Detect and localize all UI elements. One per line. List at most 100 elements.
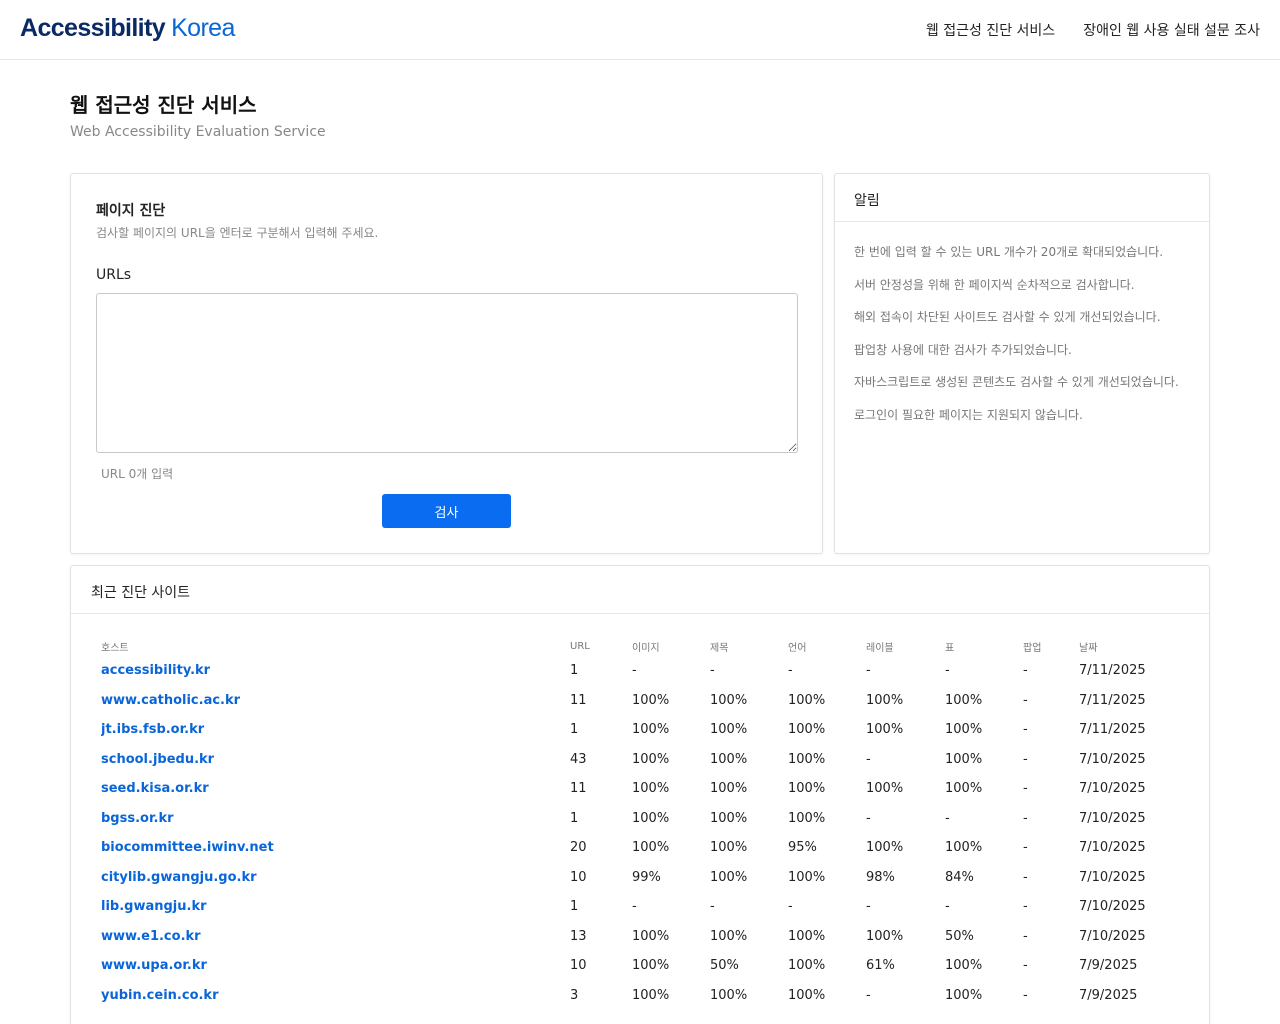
cell-image: 100%: [632, 751, 670, 767]
cell-host[interactable]: yubin.cein.co.kr: [101, 981, 570, 1011]
cell-table: 84%: [945, 869, 974, 885]
table-row: accessibility.kr 1 - - - - - - 7/11/2025: [101, 656, 1181, 686]
cell-title: 100%: [710, 781, 748, 797]
diagnosis-title: 페이지 진단: [96, 203, 166, 219]
cell-host[interactable]: lib.gwangju.kr: [101, 892, 570, 922]
cell-language: 100%: [788, 810, 826, 826]
cell-label: 100%: [866, 781, 904, 797]
nav-link-evaluation-service[interactable]: 웹 접근성 진단 서비스: [926, 20, 1055, 40]
cell-table: 100%: [945, 987, 983, 1003]
cell-url-count: 3: [570, 987, 579, 1003]
col-header-image[interactable]: 이미지: [632, 636, 710, 656]
cell-popup: -: [1023, 751, 1028, 767]
cell-table: 50%: [945, 928, 974, 944]
recent-header: 최근 진단 사이트: [71, 566, 1209, 614]
table-header-row: 호스트 URL 이미지 제목 언어 레이블 표 팝업 날짜: [101, 636, 1181, 656]
cell-host[interactable]: accessibility.kr: [101, 656, 570, 686]
table-row: www.e1.co.kr 13 100% 100% 100% 100% 50% - 7/10/2…: [101, 922, 1181, 952]
col-header-url[interactable]: URL: [570, 636, 632, 656]
cell-url-count: 10: [570, 869, 587, 885]
notice-item: 로그인이 필요한 페이지는 지원되지 않습니다.: [854, 407, 1083, 422]
cell-popup: -: [1023, 840, 1028, 856]
cell-language: 100%: [788, 958, 826, 974]
recent-title: 최근 진단 사이트: [91, 585, 191, 601]
cell-table: -: [945, 663, 950, 679]
cell-title: 100%: [710, 840, 748, 856]
cell-date: 7/11/2025: [1079, 692, 1146, 708]
cell-host[interactable]: biocommittee.iwinv.net: [101, 833, 570, 863]
cell-date: 7/10/2025: [1079, 869, 1146, 885]
cell-title: 50%: [710, 958, 739, 974]
page-title: 웹 접근성 진단 서비스: [70, 93, 257, 117]
table-row: lib.gwangju.kr 1 - - - - - - 7/10/2025: [101, 892, 1181, 922]
cell-host[interactable]: jt.ibs.fsb.or.kr: [101, 715, 570, 745]
table-row: citylib.gwangju.go.kr 10 99% 100% 100% 98% 84%…: [101, 863, 1181, 893]
notice-item: 자바스크립트로 생성된 콘텐츠도 검사할 수 있게 개선되었습니다.: [854, 375, 1179, 389]
cell-image: 100%: [632, 722, 670, 738]
table-row: www.catholic.ac.kr 11 100% 100% 100% 100% 100%…: [101, 686, 1181, 716]
url-count-text: URL 0개 입력: [101, 467, 174, 481]
logo-text-light: Korea: [171, 14, 235, 42]
page-subtitle: Web Accessibility Evaluation Service: [70, 124, 326, 140]
cell-title: 100%: [710, 987, 748, 1003]
cell-url-count: 1: [570, 810, 579, 826]
cell-title: 100%: [710, 692, 748, 708]
cell-table: -: [945, 899, 950, 915]
check-button[interactable]: 검사: [382, 494, 511, 528]
page-diagnosis-card: 페이지 진단 검사할 페이지의 URL을 엔터로 구분해서 입력해 주세요. U…: [70, 173, 823, 554]
notice-item: 팝업창 사용에 대한 검사가 추가되었습니다.: [854, 342, 1072, 357]
col-header-label[interactable]: 레이블: [866, 636, 945, 656]
cell-table: -: [945, 810, 950, 826]
table-row: bgss.or.kr 1 100% 100% 100% - - - 7/10/2025: [101, 804, 1181, 834]
table-row: yubin.cein.co.kr 3 100% 100% 100% - 100% - 7/9/2…: [101, 981, 1181, 1011]
cell-label: -: [866, 663, 871, 679]
recent-sites-table: 호스트 URL 이미지 제목 언어 레이블 표 팝업 날짜 accessibil…: [101, 636, 1181, 1010]
cell-popup: -: [1023, 869, 1028, 885]
cell-label: -: [866, 987, 871, 1003]
cell-host[interactable]: www.e1.co.kr: [101, 922, 570, 952]
cell-date: 7/11/2025: [1079, 663, 1146, 679]
cell-image: -: [632, 899, 637, 915]
col-header-popup[interactable]: 팝업: [1023, 636, 1079, 656]
cell-label: -: [866, 899, 871, 915]
col-header-date[interactable]: 날짜: [1079, 636, 1181, 656]
cell-host[interactable]: seed.kisa.or.kr: [101, 774, 570, 804]
table-row: biocommittee.iwinv.net 20 100% 100% 95% 100% 1…: [101, 833, 1181, 863]
cell-popup: -: [1023, 663, 1028, 679]
cell-host[interactable]: bgss.or.kr: [101, 804, 570, 834]
cell-language: 95%: [788, 840, 817, 856]
cell-host[interactable]: citylib.gwangju.go.kr: [101, 863, 570, 893]
cell-popup: -: [1023, 987, 1028, 1003]
table-body: accessibility.kr 1 - - - - - - 7/11/2025 www.cath…: [101, 656, 1181, 1010]
cell-image: 100%: [632, 928, 670, 944]
cell-label: -: [866, 810, 871, 826]
table-row: school.jbedu.kr 43 100% 100% 100% - 100% - 7/10/…: [101, 745, 1181, 775]
cell-url-count: 1: [570, 899, 579, 915]
cell-date: 7/9/2025: [1079, 958, 1138, 974]
table-row: seed.kisa.or.kr 11 100% 100% 100% 100% 100% - 7/…: [101, 774, 1181, 804]
cell-image: 100%: [632, 781, 670, 797]
notice-list: 한 번에 입력 할 수 있는 URL 개수가 20개로 확대되었습니다. 서버 …: [854, 243, 1179, 438]
cell-label: -: [866, 751, 871, 767]
cell-table: 100%: [945, 722, 983, 738]
cell-host[interactable]: school.jbedu.kr: [101, 745, 570, 775]
cell-table: 100%: [945, 692, 983, 708]
col-header-host[interactable]: 호스트: [101, 636, 570, 656]
col-header-table[interactable]: 표: [945, 636, 1023, 656]
notice-item: 해외 접속이 차단된 사이트도 검사할 수 있게 개선되었습니다.: [854, 310, 1161, 324]
site-logo[interactable]: Accessibility Korea: [20, 14, 235, 43]
cell-language: 100%: [788, 722, 826, 738]
cell-language: 100%: [788, 869, 826, 885]
cell-url-count: 13: [570, 928, 587, 944]
cell-host[interactable]: www.upa.or.kr: [101, 951, 570, 981]
table-head: 호스트 URL 이미지 제목 언어 레이블 표 팝업 날짜: [101, 636, 1181, 656]
cell-image: -: [632, 663, 637, 679]
nav-link-survey[interactable]: 장애인 웹 사용 실태 설문 조사: [1083, 20, 1260, 40]
cell-url-count: 20: [570, 840, 587, 856]
col-header-language[interactable]: 언어: [788, 636, 866, 656]
cell-label: 100%: [866, 692, 904, 708]
cell-host[interactable]: www.catholic.ac.kr: [101, 686, 570, 716]
col-header-title[interactable]: 제목: [710, 636, 788, 656]
recent-sites-card: 최근 진단 사이트 호스트 URL 이미지 제목 언어 레이블 표 팝업 날짜 …: [70, 565, 1210, 1024]
urls-textarea[interactable]: [96, 293, 798, 453]
